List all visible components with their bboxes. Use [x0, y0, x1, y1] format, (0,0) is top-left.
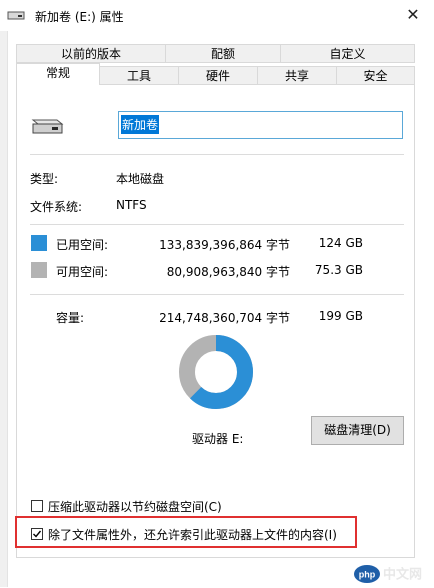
close-button[interactable]: ✕: [400, 3, 426, 27]
tab-customize[interactable]: 自定义: [280, 44, 415, 63]
free-space-swatch: [31, 262, 47, 278]
used-space-bytes: 133,839,396,864 字节: [159, 238, 290, 252]
tab-label: 硬件: [205, 69, 230, 83]
tab-label: 以前的版本: [60, 47, 121, 61]
tab-hardware[interactable]: 硬件: [178, 66, 258, 85]
used-space-size: 124 GB: [318, 236, 363, 250]
compress-checkbox[interactable]: [31, 500, 43, 512]
tab-previous-versions[interactable]: 以前的版本: [16, 44, 166, 63]
drive-name-field[interactable]: [118, 111, 403, 139]
tab-label: 自定义: [329, 47, 366, 61]
svg-text:中文网: 中文网: [383, 567, 422, 583]
tab-label: 安全: [363, 69, 388, 83]
capacity-size: 199 GB: [318, 309, 363, 323]
tab-quota[interactable]: 配额: [165, 44, 281, 63]
tab-general[interactable]: 常规: [16, 63, 100, 85]
highlight-annotation: [15, 516, 357, 548]
tab-security[interactable]: 安全: [336, 66, 415, 85]
tab-label: 工具: [126, 69, 151, 83]
used-space-swatch: [31, 235, 47, 251]
filesystem-label: 文件系统:: [30, 200, 83, 214]
free-space-size: 75.3 GB: [314, 263, 363, 277]
divider: [30, 224, 404, 225]
drive-name-value: 新加卷: [121, 115, 160, 134]
filesystem-value: NTFS: [116, 198, 147, 212]
tab-sharing[interactable]: 共享: [257, 66, 337, 85]
tab-label: 共享: [284, 69, 309, 83]
disk-cleanup-button[interactable]: 磁盘清理(D): [311, 416, 404, 445]
type-value: 本地磁盘: [116, 172, 165, 186]
watermark-logo: php 中文网: [353, 563, 432, 585]
drive-letter-label: 驱动器 E:: [192, 432, 244, 446]
type-label: 类型:: [30, 172, 59, 186]
drive-icon: [31, 119, 64, 134]
free-space-bytes: 80,908,963,840 字节: [166, 265, 290, 279]
tab-label: 常规: [45, 66, 70, 80]
capacity-label: 容量:: [56, 311, 85, 325]
tab-tools[interactable]: 工具: [99, 66, 179, 85]
window-title: 新加卷 (E:) 属性: [35, 10, 124, 24]
tab-label: 配额: [210, 47, 235, 61]
svg-text:php: php: [359, 570, 376, 580]
capacity-bytes: 214,748,360,704 字节: [159, 311, 290, 325]
used-space-label: 已用空间:: [56, 238, 109, 252]
free-space-label: 可用空间:: [56, 265, 109, 279]
drive-icon: [7, 11, 25, 20]
compress-label: 压缩此驱动器以节约磁盘空间(C): [48, 500, 222, 514]
window-edge: [0, 31, 8, 587]
title-bar: 新加卷 (E:) 属性 ✕: [0, 0, 434, 31]
close-icon: ✕: [406, 5, 420, 24]
divider: [30, 154, 404, 155]
divider: [30, 294, 404, 295]
usage-donut: [179, 335, 253, 409]
